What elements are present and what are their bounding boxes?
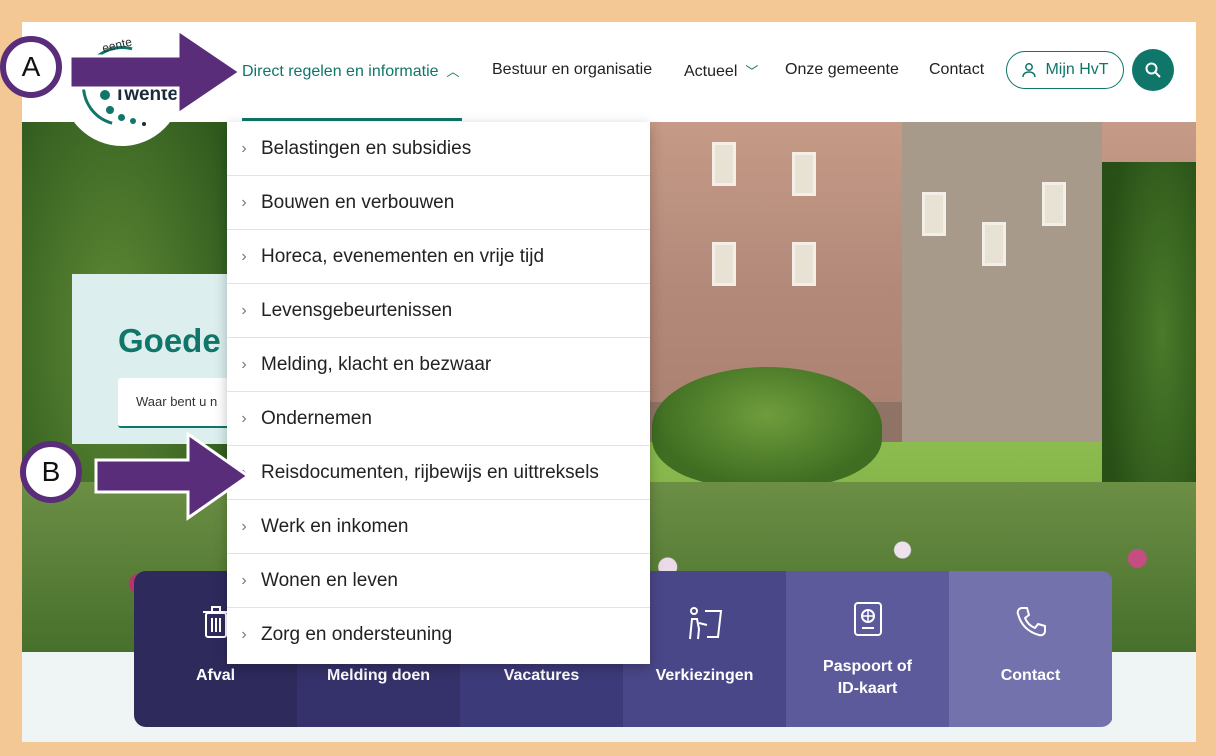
tile-label: Verkiezingen [655,667,754,684]
menu-item-label: Wonen en leven [261,569,398,591]
menu-item-belastingen[interactable]: › Belastingen en subsidies [227,122,650,176]
annotation-arrow-a [68,27,242,117]
tile-label-line2: ID-kaart [837,680,898,697]
search-placeholder: Waar bent u n [136,394,218,409]
nav-label: Actueel [684,63,738,80]
menu-item-horeca[interactable]: › Horeca, evenementen en vrije tijd [227,230,650,284]
dropdown-menu: › Belastingen en subsidies › Bouwen en ver… [227,122,650,664]
menu-item-ondernemen[interactable]: › Ondernemen [227,392,650,446]
tile-label: Contact [1000,667,1061,684]
ballot-icon [688,607,722,640]
welcome-title: Goede [118,322,221,359]
castle-window [792,152,816,196]
menu-item-label: Melding, klacht en bezwaar [261,353,492,375]
menu-item-label: Werk en inkomen [261,515,409,537]
annotation-badge-b: B [20,441,82,503]
menu-item-zorg[interactable]: › Zorg en ondersteuning [227,608,650,662]
logo-dot [130,118,136,124]
chevron-right-icon: › [241,139,247,157]
tile-contact[interactable]: Contact [949,571,1112,727]
chevron-right-icon: › [241,301,247,319]
menu-item-label: Levensgebeurtenissen [261,299,453,321]
tile-label: Vacatures [503,667,580,684]
menu-item-label: Ondernemen [261,407,372,429]
nav-bestuur[interactable]: Bestuur en organisatie [492,61,652,79]
menu-item-melding[interactable]: › Melding, klacht en bezwaar [227,338,650,392]
tile-label: Afval [195,667,236,684]
passport-icon [853,602,882,636]
chevron-up-icon: ︿ [446,64,460,79]
castle-window [712,142,736,186]
chevron-right-icon: › [241,626,247,643]
castle-tower [902,122,1102,452]
chevron-right-icon: › [241,571,247,589]
trash-icon [202,606,229,638]
menu-item-label: Belastingen en subsidies [261,137,472,159]
menu-item-label: Reisdocumenten, rijbewijs en uittreksels [261,461,599,483]
menu-item-levensgebeurtenissen[interactable]: › Levensgebeurtenissen [227,284,650,338]
menu-item-reisdocumenten[interactable]: ›Reisdocumenten, rijbewijs en uittreksel… [227,446,650,500]
nav-direct-regelen[interactable]: Direct regelen en informatie ︿ [242,61,460,81]
menu-item-label: Zorg en ondersteuning [261,624,453,645]
menu-item-label: Horeca, evenementen en vrije tijd [261,245,545,267]
user-icon [1022,63,1037,78]
tile-paspoort[interactable]: Paspoort of ID-kaart [786,571,949,727]
menu-item-wonen[interactable]: › Wonen en leven [227,554,650,608]
nav-label: Direct regelen en informatie [242,63,439,80]
castle-window [982,222,1006,266]
annotation-arrow-b [94,431,250,521]
castle-window [1042,182,1066,226]
menu-item-bouwen[interactable]: › Bouwen en verbouwen [227,176,650,230]
nav-actueel[interactable]: Actueel ﹀ [684,61,758,81]
phone-icon [1016,607,1046,637]
castle-window [922,192,946,236]
page-frame: Goede Waar bent u n Direct regelen en in… [22,22,1196,742]
topiary-hedge [652,367,882,487]
menu-item-label: Bouwen en verbouwen [261,191,455,213]
menu-item-werk[interactable]: › Werk en inkomen [227,500,650,554]
search-button[interactable] [1132,49,1174,91]
search-icon [1145,62,1161,78]
annotation-badge-a: A [0,36,62,98]
chevron-right-icon: › [241,409,247,427]
chevron-right-icon: › [241,355,247,373]
nav-active-underline [242,118,462,121]
mijn-hvt-label: Mijn HvT [1045,61,1109,78]
nav-contact[interactable]: Contact [929,61,984,79]
logo-dot [142,122,146,126]
tile-label: Melding doen [326,667,431,684]
chevron-down-icon: ﹀ [745,64,759,79]
nav-onze-gemeente[interactable]: Onze gemeente [785,61,899,79]
tile-label: Paspoort of ID-kaart [786,656,949,700]
chevron-right-icon: › [241,193,247,211]
tile-label-line1: Paspoort of [823,658,912,675]
castle-window [712,242,736,286]
mijn-hvt-button[interactable]: Mijn HvT [1006,51,1124,89]
castle-window [792,242,816,286]
chevron-right-icon: › [241,247,247,265]
